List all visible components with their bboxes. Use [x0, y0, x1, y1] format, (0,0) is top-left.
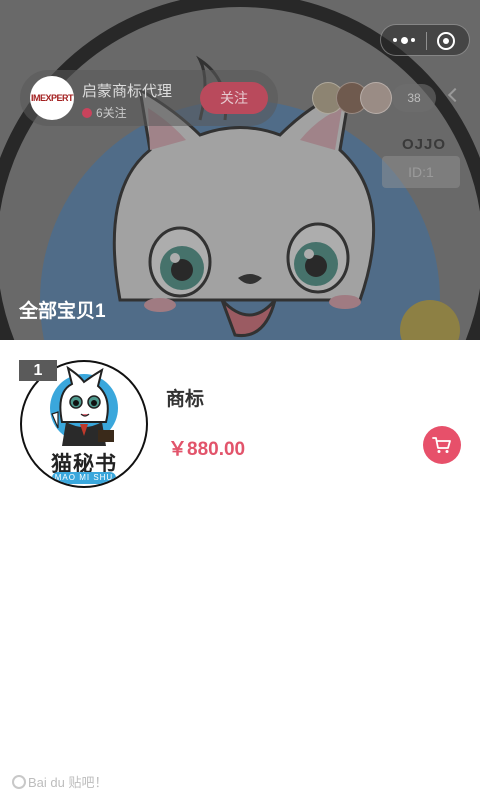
follower-avatars[interactable]	[312, 82, 392, 116]
owner-id-badge: ID:1	[382, 156, 460, 188]
follow-count-text: 6关注	[96, 106, 127, 120]
baidu-watermark: Bai du 贴吧！	[12, 772, 107, 791]
mini-program-capsule[interactable]	[380, 24, 470, 56]
shop-name: 启蒙商标代理	[82, 83, 173, 100]
follower-avatar	[360, 82, 392, 114]
more-dots-icon[interactable]	[393, 33, 415, 47]
follow-button[interactable]: 关注	[200, 82, 268, 114]
add-to-cart-button[interactable]	[423, 426, 461, 464]
product-list-item[interactable]: 1 猫秘书 MAO MI SHU 商标 ￥880.00	[0, 340, 480, 500]
shop-cover: IMEXPERT 启蒙商标代理 6关注 关注 38 OJJO ID:1 全部宝贝…	[0, 0, 480, 340]
product-title[interactable]: 商标	[166, 384, 204, 411]
paw-icon	[12, 774, 26, 789]
follow-count: 6关注	[82, 104, 127, 121]
thumb-brand-sub: MAO MI SHU	[52, 472, 116, 484]
watermark-text: Bai du 贴吧！	[28, 775, 108, 790]
cart-icon	[432, 437, 451, 453]
owner-nickname: OJJO	[402, 136, 447, 153]
target-circle-icon[interactable]	[437, 32, 455, 50]
all-items-heading[interactable]: 全部宝贝1	[19, 296, 106, 323]
fans-count-badge[interactable]: 38	[392, 84, 436, 112]
capsule-divider	[426, 32, 427, 50]
rank-badge: 1	[19, 360, 57, 381]
shop-info-pill[interactable]: IMEXPERT 启蒙商标代理 6关注 关注	[20, 70, 278, 126]
product-price: ￥880.00	[168, 439, 246, 460]
shop-logo-text: IMEXPERT	[30, 93, 74, 103]
shop-logo: IMEXPERT	[30, 76, 74, 120]
heart-icon	[82, 107, 92, 118]
